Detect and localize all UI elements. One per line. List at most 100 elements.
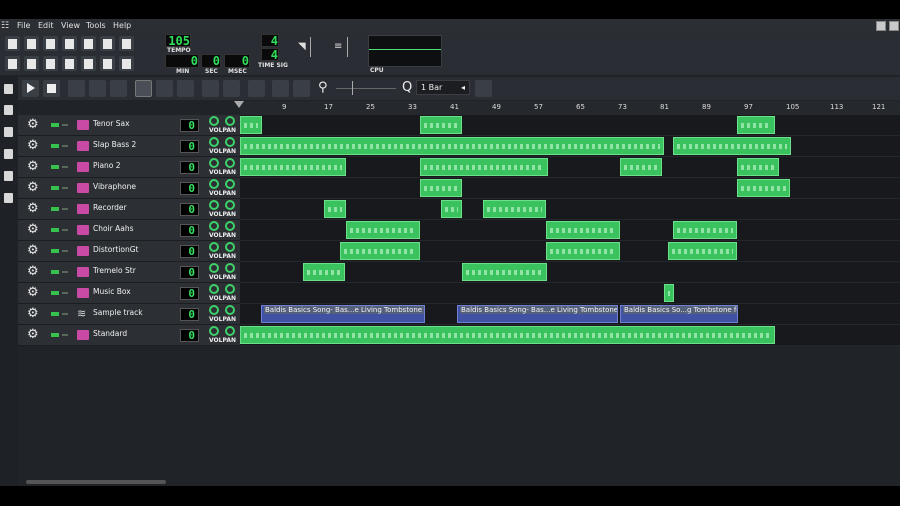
gear-icon[interactable]: ⚙ [27, 328, 39, 342]
pattern-clip[interactable] [546, 242, 620, 260]
menu-edit[interactable]: Edit [38, 19, 54, 33]
controller-rack-icon[interactable] [100, 56, 115, 71]
my-samples-icon[interactable] [4, 127, 13, 137]
mixer-channel-display[interactable]: 0 [180, 140, 199, 153]
knife-mode-icon[interactable] [156, 80, 173, 97]
pan-knob[interactable] [225, 116, 235, 126]
track-lane[interactable] [240, 220, 900, 241]
mute-toggle[interactable] [62, 313, 68, 315]
volume-knob[interactable] [209, 305, 219, 315]
my-projects-icon[interactable] [4, 105, 13, 115]
pattern-clip[interactable] [737, 116, 775, 134]
pattern-clip[interactable] [737, 179, 790, 197]
master-pitch-icon[interactable]: ≡ [334, 41, 342, 52]
pattern-clip[interactable] [483, 200, 546, 218]
volume-knob[interactable] [209, 263, 219, 273]
open-project-icon[interactable] [43, 36, 58, 51]
save-project-icon[interactable] [81, 36, 96, 51]
gear-icon[interactable]: ⚙ [27, 265, 39, 279]
menu-help[interactable]: Help [113, 19, 131, 33]
track-name[interactable]: Tremelo Str [93, 266, 136, 275]
beat-editor-icon[interactable] [24, 56, 39, 71]
pattern-clip[interactable] [420, 158, 548, 176]
timesig-denominator[interactable]: 4 [261, 48, 279, 61]
volume-knob[interactable] [209, 221, 219, 231]
auto-scroll-icon[interactable] [202, 80, 219, 97]
master-volume-icon[interactable]: ◥ [298, 41, 306, 52]
draw-mode-icon[interactable] [135, 80, 152, 97]
solo-toggle[interactable] [51, 123, 59, 127]
new-from-template-icon[interactable] [24, 36, 39, 51]
mixer-channel-display[interactable]: 0 [180, 203, 199, 216]
pan-knob[interactable] [225, 179, 235, 189]
track-lane[interactable] [240, 178, 900, 199]
pattern-clip[interactable] [441, 200, 462, 218]
pan-knob[interactable] [225, 242, 235, 252]
my-home-icon[interactable] [4, 171, 13, 181]
mute-toggle[interactable] [62, 271, 68, 273]
select-mode-icon[interactable] [177, 80, 194, 97]
master-volume-slider[interactable] [310, 37, 322, 57]
add-beat-track-icon[interactable] [68, 80, 85, 97]
instrument-plugins-icon[interactable] [4, 84, 13, 94]
app-menu-icon[interactable]: ☷ [1, 19, 9, 33]
timesig-numerator[interactable]: 4 [261, 34, 279, 47]
pattern-clip[interactable] [240, 158, 346, 176]
pan-knob[interactable] [225, 200, 235, 210]
solo-toggle[interactable] [51, 291, 59, 295]
master-pitch-slider[interactable] [347, 37, 359, 57]
gear-icon[interactable]: ⚙ [27, 307, 39, 321]
mute-toggle[interactable] [62, 145, 68, 147]
solo-toggle[interactable] [51, 207, 59, 211]
gear-icon[interactable]: ⚙ [27, 160, 39, 174]
pattern-clip[interactable] [240, 326, 775, 344]
track-name[interactable]: Music Box [93, 287, 131, 296]
pattern-clip[interactable] [673, 137, 791, 155]
pattern-clip[interactable] [420, 179, 462, 197]
mixer-channel-display[interactable]: 0 [180, 119, 199, 132]
pattern-clip[interactable] [673, 221, 737, 239]
pattern-clip[interactable] [737, 158, 779, 176]
menu-view[interactable]: View [61, 19, 80, 33]
mixer-channel-display[interactable]: 0 [180, 329, 199, 342]
track-name[interactable]: Standard [93, 329, 127, 338]
computer-icon[interactable] [4, 193, 13, 203]
pattern-clip[interactable] [462, 263, 547, 281]
pattern-clip[interactable] [240, 137, 664, 155]
volume-knob[interactable] [209, 179, 219, 189]
gear-icon[interactable]: ⚙ [27, 286, 39, 300]
solo-toggle[interactable] [51, 186, 59, 190]
restore-icon[interactable] [876, 21, 886, 31]
stop-behaviour-icon[interactable] [248, 80, 265, 97]
gear-icon[interactable]: ⚙ [27, 139, 39, 153]
quantize-select[interactable]: 1 Bar ◂ [416, 80, 470, 95]
horizontal-scrollbar[interactable] [26, 480, 166, 484]
track-name[interactable]: Sample track [93, 308, 143, 317]
pattern-clip[interactable] [664, 284, 674, 302]
mixer-channel-display[interactable]: 0 [180, 287, 199, 300]
solo-toggle[interactable] [51, 249, 59, 253]
pattern-clip[interactable] [620, 158, 662, 176]
add-sample-track-icon[interactable] [89, 80, 106, 97]
track-name[interactable]: Vibraphone [93, 182, 136, 191]
mute-toggle[interactable] [62, 208, 68, 210]
song-editor-icon[interactable] [5, 56, 20, 71]
solo-toggle[interactable] [51, 165, 59, 169]
track-name[interactable]: Choir Aahs [93, 224, 134, 233]
project-notes-icon[interactable] [119, 56, 134, 71]
zoom-slider[interactable] [336, 88, 396, 89]
track-name[interactable]: Piano 2 [93, 161, 121, 170]
volume-knob[interactable] [209, 284, 219, 294]
pan-knob[interactable] [225, 137, 235, 147]
solo-toggle[interactable] [51, 144, 59, 148]
gear-icon[interactable]: ⚙ [27, 244, 39, 258]
volume-knob[interactable] [209, 326, 219, 336]
pattern-clip[interactable] [303, 263, 345, 281]
menu-file[interactable]: File [17, 19, 30, 33]
solo-toggle[interactable] [51, 333, 59, 337]
menu-tools[interactable]: Tools [86, 19, 106, 33]
track-lane[interactable] [240, 283, 900, 304]
gear-icon[interactable]: ⚙ [27, 202, 39, 216]
add-automation-track-icon[interactable] [110, 80, 127, 97]
pattern-clip[interactable] [546, 221, 620, 239]
